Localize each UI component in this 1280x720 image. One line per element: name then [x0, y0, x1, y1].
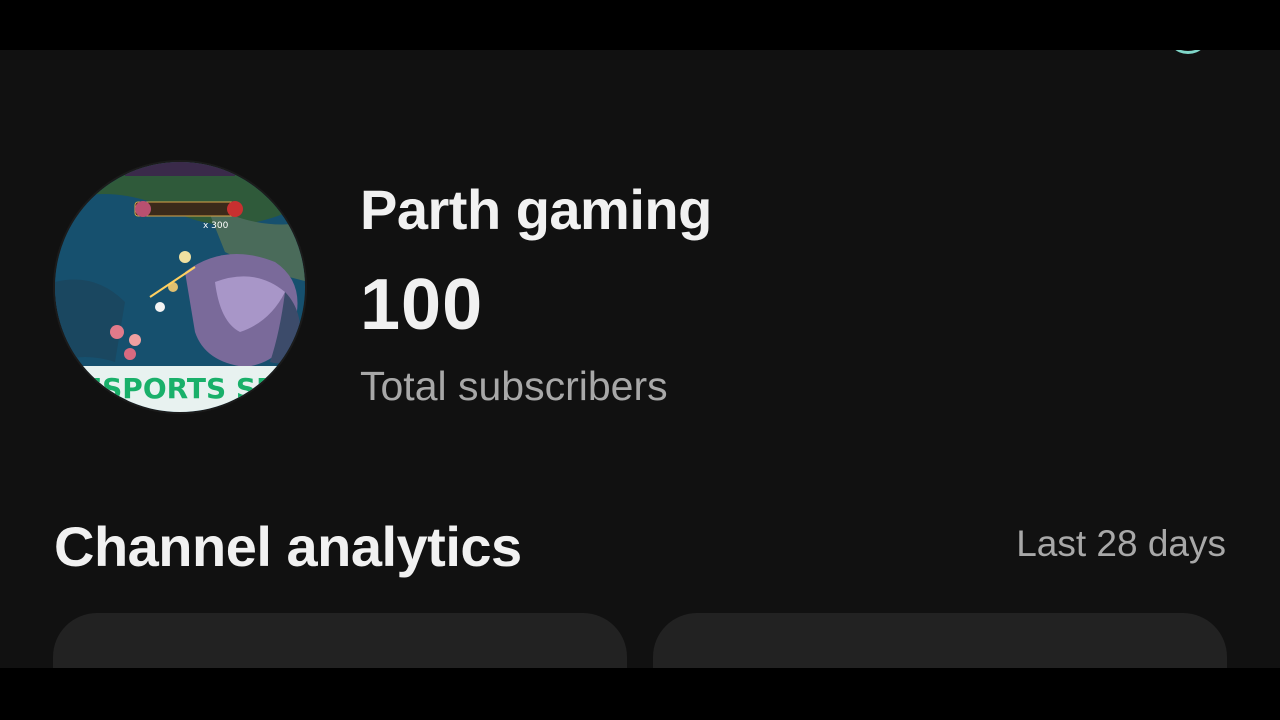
avatar-banner-text: ESPORTS SP [83, 372, 277, 405]
subscriber-count: 100 [360, 265, 484, 345]
channel-avatar-image: x 300 ESPORTS SP [55, 162, 305, 412]
analytics-card-left[interactable] [53, 613, 627, 668]
channel-name: Parth gaming [360, 178, 712, 241]
analytics-section-title: Channel analytics [54, 515, 522, 578]
avatar-overlay-value: x 300 [203, 221, 229, 231]
bottom-letterbox [0, 668, 1280, 720]
studio-dashboard-screen: x 300 ESPORTS SP Parth gaming 100 Total … [0, 50, 1280, 668]
account-avatar-icon[interactable] [1166, 50, 1210, 54]
top-letterbox [0, 0, 1280, 50]
subscriber-label: Total subscribers [360, 363, 668, 409]
period-selector[interactable]: Last 28 days [1016, 523, 1226, 565]
analytics-card-right[interactable] [653, 613, 1227, 668]
channel-avatar[interactable]: x 300 ESPORTS SP [53, 160, 307, 414]
